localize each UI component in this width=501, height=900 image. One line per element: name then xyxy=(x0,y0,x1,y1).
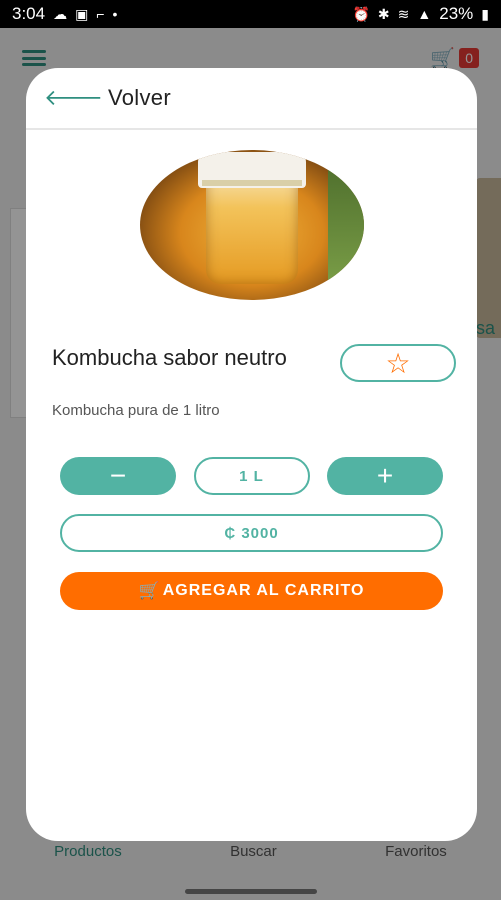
add-to-cart-label: AGREGAR AL CARRITO xyxy=(162,582,365,599)
back-label[interactable]: Volver xyxy=(108,85,171,111)
cart-icon: 🛒 xyxy=(138,581,161,600)
alarm-icon: ⏰ xyxy=(352,5,370,22)
battery-percent: 23% xyxy=(439,4,474,23)
star-icon: ☆ xyxy=(385,347,411,379)
add-to-cart-button[interactable]: 🛒 AGREGAR AL CARRITO xyxy=(60,572,443,610)
product-image-plant xyxy=(328,150,364,300)
decrease-button[interactable]: − xyxy=(60,457,176,495)
quantity-display: 1 L xyxy=(193,457,310,495)
quantity-selector: − 1 L + xyxy=(60,457,443,495)
product-title-row: Kombucha sabor neutro ☆ xyxy=(52,344,456,382)
favorite-button[interactable]: ☆ xyxy=(340,344,456,382)
cloud-icon: ☁ xyxy=(53,5,68,22)
increase-button[interactable]: + xyxy=(327,457,443,495)
product-subtitle: Kombucha pura de 1 litro xyxy=(52,402,220,419)
image-icon: ▣ xyxy=(75,5,89,22)
status-time: 3:04 xyxy=(12,4,46,23)
status-bar: 3:04 ☁ ▣ ⌐ • ⏰ ✱ ≋ ▲ 23% ▮ xyxy=(0,0,501,28)
bluetooth-icon: ✱ xyxy=(377,5,390,22)
dot-icon: • xyxy=(112,6,118,22)
wifi-icon: ≋ xyxy=(397,5,410,22)
hook-icon: ⌐ xyxy=(96,6,105,22)
modal-header: 🡐 Volver xyxy=(26,68,477,130)
price-display: ₵ 3000 xyxy=(60,514,443,552)
product-detail-modal: 🡐 Volver Kombucha sabor neutro ☆ Kombuch… xyxy=(26,68,477,841)
back-arrow-icon[interactable]: 🡐 xyxy=(44,85,103,111)
product-image-band xyxy=(202,180,302,186)
battery-icon: ▮ xyxy=(481,5,489,22)
product-image xyxy=(140,150,364,300)
signal-icon: ▲ xyxy=(417,6,432,22)
product-title: Kombucha sabor neutro xyxy=(52,345,287,370)
